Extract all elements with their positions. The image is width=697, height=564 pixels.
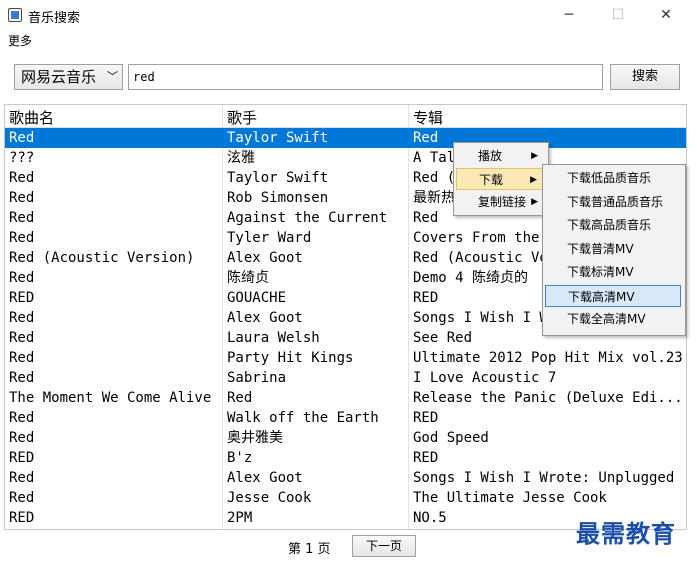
context-menu-item-label: 下载 xyxy=(479,173,504,187)
submenu-arrow-icon: ▶ xyxy=(531,151,538,161)
artist-cell: 泫雅 xyxy=(227,150,255,166)
artist-cell: Red xyxy=(227,390,253,406)
song-cell: Red xyxy=(9,170,35,186)
table-row[interactable]: RED B'z RED xyxy=(5,448,686,468)
song-cell: RED xyxy=(9,450,35,466)
artist-cell: GOUACHE xyxy=(227,290,287,306)
song-cell: Red xyxy=(9,410,35,426)
song-cell: Red xyxy=(9,370,35,386)
song-cell: RED xyxy=(9,290,35,306)
song-cell: Red (Acoustic Version) xyxy=(9,250,195,266)
download-submenu-item[interactable]: 下载普清MV xyxy=(545,238,681,260)
table-row[interactable]: Red Party Hit Kings Ultimate 2012 Pop Hit … xyxy=(5,348,686,368)
song-cell: The Moment We Come Alive xyxy=(9,390,212,406)
artist-cell: Sabrina xyxy=(227,370,287,386)
artist-cell: 陈绮贞 xyxy=(227,270,269,286)
column-header-album[interactable]: 专辑 xyxy=(413,107,443,128)
download-submenu: 下载低品质音乐 下载普通品质音乐 下载高品质音乐 下载普清MV 下载标清MV 下载高清MV… xyxy=(542,164,686,336)
table-row[interactable]: Red Taylor Swift Red xyxy=(5,128,686,148)
menu-bar: 更多 xyxy=(0,30,697,50)
table-row[interactable]: Red Walk off the Earth RED xyxy=(5,408,686,428)
table-row[interactable]: Red 奥井雅美 God Speed xyxy=(5,428,686,448)
download-submenu-item[interactable]: 下载普通品质音乐 xyxy=(545,191,681,213)
song-cell: Red xyxy=(9,130,35,146)
page-label: 第 1 页 xyxy=(288,542,331,557)
artist-cell: B'z xyxy=(227,450,253,466)
context-menu-item[interactable]: 下载 ▶ xyxy=(456,168,544,190)
artist-cell: Against the Current xyxy=(227,210,388,226)
song-cell: Red xyxy=(9,270,35,286)
album-cell: The Ultimate Jesse Cook xyxy=(413,490,607,506)
song-cell: Red xyxy=(9,350,35,366)
source-select-value: 网易云音乐 xyxy=(21,68,97,86)
album-cell: I Love Acoustic 7 xyxy=(413,370,557,386)
artist-cell: Rob Simonsen xyxy=(227,190,329,206)
table-row[interactable]: The Moment We Come Alive Red Release the P… xyxy=(5,388,686,408)
table-header: 歌曲名 歌手 专辑 xyxy=(5,105,686,128)
artist-cell: Alex Goot xyxy=(227,250,303,266)
song-cell: RED xyxy=(9,510,35,526)
artist-cell: Tyler Ward xyxy=(227,230,312,246)
download-submenu-item[interactable]: 下载全高清MV xyxy=(545,308,681,330)
context-menu-item[interactable]: 复制链接 ▶ xyxy=(456,191,544,213)
search-button[interactable]: 搜索 xyxy=(610,64,680,90)
app-icon xyxy=(8,8,22,22)
minimize-button[interactable]: ─ xyxy=(559,6,579,24)
table-row[interactable]: Red Jesse Cook The Ultimate Jesse Cook xyxy=(5,488,686,508)
table-row[interactable]: Red Alex Goot Songs I Wish I Wrote: Unplug… xyxy=(5,468,686,488)
song-cell: Red xyxy=(9,490,35,506)
song-cell: Red xyxy=(9,210,35,226)
song-cell: Red xyxy=(9,430,35,446)
artist-cell: 奥井雅美 xyxy=(227,430,283,446)
artist-cell: Jesse Cook xyxy=(227,490,312,506)
song-cell: ??? xyxy=(9,150,35,166)
watermark: 最需教育 xyxy=(576,519,676,548)
search-input[interactable]: red xyxy=(128,64,603,90)
download-submenu-item[interactable]: 下载标清MV xyxy=(545,261,681,283)
album-cell: Ultimate 2012 Pop Hit Mix vol.23 xyxy=(413,350,683,366)
source-select[interactable]: 网易云音乐 ﹀ xyxy=(14,64,123,90)
context-menu-item-label: 复制链接 xyxy=(478,195,527,209)
artist-cell: Alex Goot xyxy=(227,310,303,326)
artist-cell: Walk off the Earth xyxy=(227,410,379,426)
submenu-arrow-icon: ▶ xyxy=(531,197,538,207)
submenu-arrow-icon: ▶ xyxy=(530,175,537,185)
chevron-down-icon: ﹀ xyxy=(107,70,118,83)
download-submenu-item[interactable]: 下载高清MV xyxy=(545,284,681,307)
column-header-artist[interactable]: 歌手 xyxy=(227,107,257,128)
album-cell: RED xyxy=(413,410,439,426)
context-menu-item-label: 播放 xyxy=(478,149,503,163)
table-row[interactable]: Red Sabrina I Love Acoustic 7 xyxy=(5,368,686,388)
next-page-button[interactable]: 下一页 xyxy=(352,535,416,557)
song-cell: Red xyxy=(9,470,35,486)
context-menu: 播放 ▶ 下载 ▶ 复制链接 ▶ xyxy=(453,142,549,216)
download-submenu-item[interactable]: 下载低品质音乐 xyxy=(545,167,681,189)
album-cell: God Speed xyxy=(413,430,489,446)
artist-cell: Alex Goot xyxy=(227,470,303,486)
song-cell: Red xyxy=(9,310,35,326)
artist-cell: Party Hit Kings xyxy=(227,350,354,366)
context-menu-item[interactable]: 播放 ▶ xyxy=(456,145,544,167)
column-header-song[interactable]: 歌曲名 xyxy=(9,107,54,128)
maximize-button[interactable]: ☐ xyxy=(608,6,628,24)
song-cell: Red xyxy=(9,230,35,246)
artist-cell: 2PM xyxy=(227,510,253,526)
album-cell: RED xyxy=(413,450,439,466)
artist-cell: Laura Welsh xyxy=(227,330,320,346)
search-row: 网易云音乐 ﹀ red 搜索 xyxy=(0,55,697,100)
artist-cell: Taylor Swift xyxy=(227,130,329,146)
album-cell: Songs I Wish I Wrote: Unplugged xyxy=(413,470,675,486)
close-button[interactable]: ✕ xyxy=(656,6,676,24)
window-title: 音乐搜索 xyxy=(28,11,81,26)
title-bar: 音乐搜索 ─ ☐ ✕ xyxy=(0,0,697,30)
song-cell: Red xyxy=(9,330,35,346)
song-cell: Red xyxy=(9,190,35,206)
album-cell: Release the Panic (Deluxe Edi... xyxy=(413,390,683,406)
download-submenu-item[interactable]: 下载高品质音乐 xyxy=(545,214,681,236)
artist-cell: Taylor Swift xyxy=(227,170,329,186)
menu-more[interactable]: 更多 xyxy=(8,32,32,49)
